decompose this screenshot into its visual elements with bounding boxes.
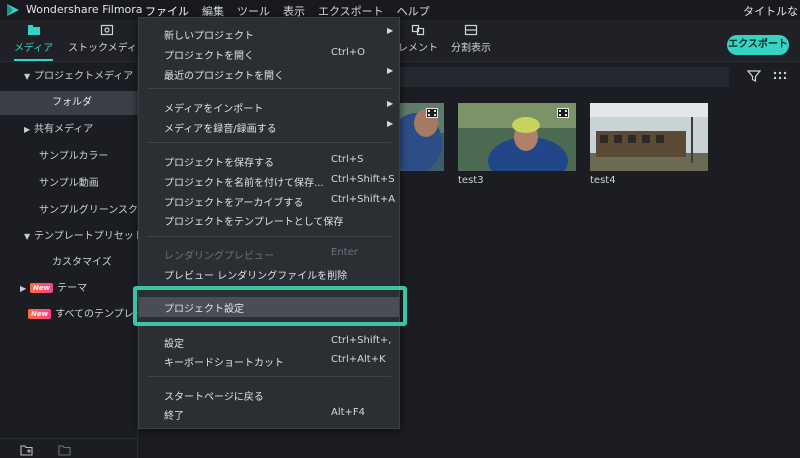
menu-item-render-preview: レンダリングプレビュー Enter bbox=[164, 247, 358, 262]
highlight-annotation-box bbox=[133, 286, 407, 326]
tab-elements[interactable]: レメント bbox=[398, 24, 438, 54]
sidebar-item-label: テンプレートプリセット bbox=[34, 231, 144, 242]
sidebar-footer bbox=[0, 438, 138, 458]
shortcut-text: Enter bbox=[331, 247, 358, 258]
shortcut-text: Ctrl+Shift+, bbox=[331, 335, 392, 346]
menu-item-open-recent[interactable]: 最近のプロジェクトを開く ▶ bbox=[139, 64, 399, 83]
menu-item-preferences[interactable]: 設定 Ctrl+Shift+, bbox=[139, 332, 399, 351]
sidebar-item-label: プロジェクトメディア bbox=[34, 71, 134, 82]
split-screen-icon bbox=[464, 24, 478, 36]
app-name: Wondershare Filmora bbox=[26, 3, 143, 16]
tab-stock-media-label: ストックメディア bbox=[68, 43, 147, 54]
expand-right-icon[interactable]: ▶ bbox=[24, 118, 34, 142]
submenu-arrow-icon: ▶ bbox=[387, 26, 394, 35]
tab-media-label: メディア bbox=[14, 43, 54, 54]
menu-item-save-project[interactable]: プロジェクトを保存する Ctrl+S bbox=[139, 151, 399, 170]
tab-stock-media[interactable]: ストックメディア bbox=[68, 24, 147, 54]
menu-separator bbox=[147, 236, 391, 237]
sidebar-item-folder[interactable]: フォルダ bbox=[0, 91, 138, 115]
sidebar-item-template-presets[interactable]: ▼ テンプレートプリセット bbox=[0, 225, 144, 249]
tab-elements-label: レメント bbox=[398, 43, 438, 54]
shortcut-text: Ctrl+Shift+A bbox=[331, 194, 396, 205]
new-folder-icon[interactable] bbox=[20, 444, 34, 456]
element-icon bbox=[411, 24, 425, 36]
menu-item-record-media[interactable]: メディアを録音/録画する ▶ bbox=[139, 117, 399, 136]
export-button[interactable]: エクスポート bbox=[727, 35, 789, 55]
shortcut-text: Ctrl+O bbox=[331, 47, 366, 58]
shortcut-text: Ctrl+Alt+K bbox=[331, 354, 386, 365]
filter-icon[interactable] bbox=[747, 69, 761, 83]
expand-down-icon[interactable]: ▼ bbox=[24, 65, 34, 89]
media-sidebar: ▼ プロジェクトメディア フォルダ ▶ 共有メディア サンプルカラー サンプル動画 … bbox=[0, 62, 168, 458]
tab-media[interactable]: メディア bbox=[14, 24, 54, 61]
submenu-arrow-icon: ▶ bbox=[387, 66, 394, 75]
sidebar-item-sample-video[interactable]: サンプル動画 bbox=[0, 172, 138, 196]
media-clip-thumbnail[interactable] bbox=[590, 103, 708, 171]
folder-outline-icon[interactable] bbox=[58, 444, 72, 456]
filmora-logo-icon bbox=[7, 4, 19, 16]
sidebar-item-sample-green-screen[interactable]: サンプルグリーンスクリーン bbox=[0, 199, 168, 223]
stock-media-icon bbox=[101, 24, 114, 36]
shortcut-text: Alt+F4 bbox=[331, 407, 366, 418]
submenu-arrow-icon: ▶ bbox=[387, 99, 394, 108]
grid-view-icon[interactable] bbox=[773, 70, 787, 84]
menu-separator bbox=[147, 376, 391, 377]
tab-split-screen[interactable]: 分割表示 bbox=[451, 24, 491, 54]
sidebar-item-label: カスタマイズ bbox=[52, 257, 112, 268]
menu-separator bbox=[147, 142, 391, 143]
new-badge: New bbox=[28, 309, 52, 319]
menu-item-exit[interactable]: 終了 Alt+F4 bbox=[139, 404, 399, 423]
sidebar-item-customize[interactable]: カスタマイズ bbox=[0, 251, 138, 275]
project-title: タイトルな bbox=[743, 5, 798, 18]
expand-down-icon[interactable]: ▼ bbox=[24, 225, 34, 249]
sidebar-item-sample-color[interactable]: サンプルカラー bbox=[0, 145, 138, 169]
tab-bar: メディア ストックメディア レメント 分割表示 bbox=[0, 20, 800, 62]
title-bar: Wondershare Filmora ファイル 編集 ツール 表示 エクスポー… bbox=[0, 0, 800, 20]
folder-icon bbox=[27, 25, 40, 35]
clip-name: test4 bbox=[590, 175, 616, 186]
clip-preview-image bbox=[590, 103, 708, 171]
sidebar-item-theme[interactable]: ▶ New テーマ bbox=[0, 277, 138, 301]
file-menu-dropdown: 新しいプロジェクト ▶ プロジェクトを開く Ctrl+O 最近のプロジェクトを開… bbox=[138, 17, 400, 429]
menu-item-new-project[interactable]: 新しいプロジェクト ▶ bbox=[139, 24, 399, 43]
menu-item-open-project[interactable]: プロジェクトを開く Ctrl+O bbox=[139, 44, 399, 63]
menu-item-save-project-as[interactable]: プロジェクトを名前を付けて保存... Ctrl+Shift+S bbox=[139, 171, 399, 190]
new-badge: New bbox=[30, 283, 54, 293]
menu-separator bbox=[147, 88, 391, 89]
sidebar-item-label: 共有メディア bbox=[34, 124, 94, 135]
menu-item-keyboard-shortcuts[interactable]: キーボードショートカット Ctrl+Alt+K bbox=[139, 351, 399, 370]
menu-item-back-to-start-page[interactable]: スタートページに戻る bbox=[139, 385, 399, 404]
menu-item-import-media[interactable]: メディアをインポート ▶ bbox=[139, 97, 399, 116]
sidebar-item-label: テーマ bbox=[57, 283, 88, 294]
sidebar-item-project-media[interactable]: ▼ プロジェクトメディア bbox=[0, 65, 138, 89]
sidebar-item-label: フォルダ bbox=[52, 97, 92, 108]
sidebar-item-all-templates[interactable]: New すべてのテンプレート bbox=[0, 303, 154, 327]
sidebar-item-shared-media[interactable]: ▶ 共有メディア bbox=[0, 118, 138, 142]
shortcut-text: Ctrl+S bbox=[331, 154, 364, 165]
expand-right-icon[interactable]: ▶ bbox=[20, 277, 30, 301]
sidebar-item-label: サンプルカラー bbox=[39, 151, 109, 162]
menu-help[interactable]: ヘルプ bbox=[397, 3, 430, 19]
search-input[interactable] bbox=[389, 67, 729, 87]
menu-item-save-as-template[interactable]: プロジェクトをテンプレートとして保存 bbox=[139, 210, 399, 229]
video-clip-icon bbox=[426, 108, 438, 118]
menu-item-delete-render-files[interactable]: プレビュー レンダリングファイルを削除 bbox=[139, 264, 399, 283]
sidebar-item-label: サンプル動画 bbox=[39, 178, 99, 189]
clip-name: test3 bbox=[458, 175, 484, 186]
menu-item-archive-project[interactable]: プロジェクトをアーカイブする Ctrl+Shift+A bbox=[139, 191, 399, 210]
shortcut-text: Ctrl+Shift+S bbox=[331, 174, 395, 185]
tab-split-screen-label: 分割表示 bbox=[451, 43, 491, 54]
video-clip-icon bbox=[557, 108, 569, 118]
submenu-arrow-icon: ▶ bbox=[387, 119, 394, 128]
